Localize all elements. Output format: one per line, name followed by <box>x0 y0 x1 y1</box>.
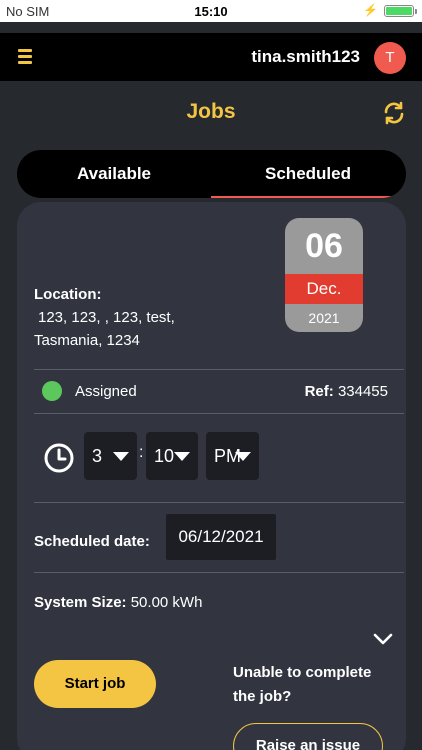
tab-bar: Available Scheduled <box>17 150 406 198</box>
system-size-value: 50.00 kWh <box>130 594 203 611</box>
active-tab-indicator <box>211 196 405 198</box>
raise-issue-button[interactable]: Raise an issue <box>233 723 383 750</box>
location-line-1: 123, 123, , 123, test, <box>38 309 175 326</box>
divider <box>34 572 404 573</box>
avatar[interactable]: T <box>374 42 406 74</box>
system-size-label: System Size: <box>34 594 127 611</box>
chevron-down-icon <box>113 452 129 461</box>
clock-time: 15:10 <box>194 4 228 19</box>
chevron-down-icon <box>174 452 190 461</box>
divider <box>34 413 404 414</box>
clock-icon <box>44 443 74 473</box>
chevron-down-icon[interactable] <box>373 632 393 646</box>
charging-icon: ⚡ <box>363 3 378 17</box>
date-year: 2021 <box>308 310 340 326</box>
minute-select[interactable]: 10 <box>146 432 198 480</box>
tab-scheduled[interactable]: Scheduled <box>211 150 405 198</box>
ampm-select[interactable]: PM <box>206 432 259 480</box>
page-title: Jobs <box>186 100 236 123</box>
location-label: Location: <box>34 286 102 303</box>
divider <box>34 369 404 370</box>
app-bar: tina.smith123 T <box>0 33 422 81</box>
date-day: 06 <box>305 227 343 265</box>
start-job-button[interactable]: Start job <box>34 660 156 708</box>
status-bar: No SIM 15:10 ⚡ <box>0 0 422 22</box>
system-size: System Size: 50.00 kWh <box>34 594 202 611</box>
hour-value: 3 <box>92 446 103 466</box>
ref-value: 334455 <box>337 383 388 400</box>
reference: Ref: 334455 <box>305 383 388 400</box>
unable-to-complete-text: Unable to complete the job? <box>233 664 372 705</box>
chevron-down-icon <box>235 452 251 461</box>
menu-icon[interactable] <box>18 49 32 64</box>
status-text: Assigned <box>75 383 137 400</box>
tab-available[interactable]: Available <box>17 150 211 198</box>
time-separator: : <box>139 444 144 461</box>
scheduled-date-label: Scheduled date: <box>34 533 150 550</box>
hour-select[interactable]: 3 <box>84 432 137 480</box>
scheduled-date-input[interactable]: 06/12/2021 <box>166 514 276 560</box>
job-card: 06 Dec. 2021 Location: 123, 123, , 123, … <box>17 202 406 750</box>
date-month: Dec. <box>285 274 363 304</box>
tab-scheduled-label: Scheduled <box>265 164 351 183</box>
divider <box>34 502 404 503</box>
location-line-2: Tasmania, 1234 <box>34 332 140 349</box>
status-indicator <box>42 381 62 401</box>
date-badge: 06 Dec. 2021 <box>285 218 363 332</box>
minute-value: 10 <box>154 446 175 466</box>
refresh-icon[interactable] <box>382 101 406 125</box>
ref-label: Ref: <box>304 383 334 400</box>
battery-icon <box>384 5 417 17</box>
username: tina.smith123 <box>251 47 360 66</box>
